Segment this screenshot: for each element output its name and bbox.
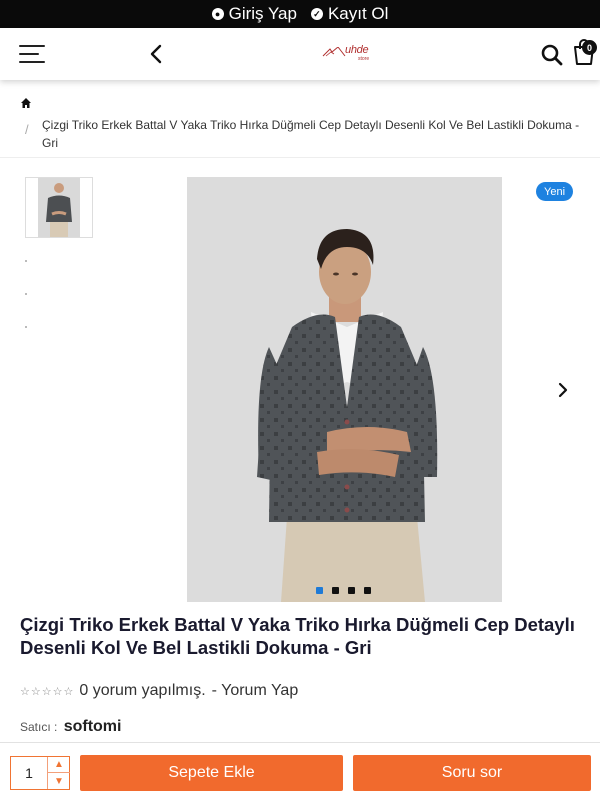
slide-dot[interactable] xyxy=(316,587,323,594)
logo-text: uhde xyxy=(345,44,369,56)
star-outline-icon: ☆ xyxy=(30,685,41,698)
thumbnail-placeholder xyxy=(25,293,27,295)
star-outline-icon: ☆ xyxy=(63,685,74,698)
star-outline-icon: ☆ xyxy=(41,685,52,698)
breadcrumb: / Çizgi Triko Erkek Battal V Yaka Triko … xyxy=(0,80,600,158)
site-header: uhde store 0 xyxy=(0,28,600,80)
slide-dot[interactable] xyxy=(332,587,339,594)
seller-label: Satıcı : xyxy=(20,720,58,734)
seller-name[interactable]: softomi xyxy=(64,718,122,735)
ask-question-button[interactable]: Soru sor xyxy=(353,755,591,791)
login-link[interactable]: ● Giriş Yap xyxy=(211,4,297,24)
search-icon[interactable] xyxy=(541,44,563,66)
bottom-action-bar: 1 ▲ ▼ Sepete Ekle Soru sor xyxy=(0,742,600,800)
quantity-stepper: 1 ▲ ▼ xyxy=(10,756,70,790)
seller-row: Satıcı : softomi xyxy=(20,718,121,736)
logo-mark-icon xyxy=(322,47,346,57)
chevron-down-icon[interactable]: ▼ xyxy=(48,773,70,789)
slider-pagination xyxy=(316,587,371,594)
register-label: Kayıt Ol xyxy=(327,4,389,23)
rating-stars: ☆ ☆ ☆ ☆ ☆ xyxy=(20,685,73,698)
thumbnail-photo xyxy=(38,178,80,237)
slide-dot[interactable] xyxy=(364,587,371,594)
rating-row: ☆ ☆ ☆ ☆ ☆ 0 yorum yapılmış. - Yorum Yap xyxy=(20,682,298,700)
register-link[interactable]: ✓ Kayıt Ol xyxy=(310,4,389,24)
product-thumbnail[interactable] xyxy=(25,177,93,238)
chevron-left-icon[interactable] xyxy=(146,42,166,66)
star-outline-icon: ☆ xyxy=(20,685,30,698)
thumbnail-placeholder xyxy=(25,326,27,328)
breadcrumb-current[interactable]: Çizgi Triko Erkek Battal V Yaka Triko Hı… xyxy=(42,116,590,152)
cart-count-badge: 0 xyxy=(582,40,597,55)
slide-dot[interactable] xyxy=(348,587,355,594)
product-photo xyxy=(187,177,502,602)
write-review-link[interactable]: - Yorum Yap xyxy=(212,682,299,700)
login-label: Giriş Yap xyxy=(228,4,297,23)
home-icon[interactable] xyxy=(20,97,32,109)
review-count: 0 yorum yapılmış. xyxy=(79,682,206,699)
top-auth-bar: ● Giriş Yap ✓ Kayıt Ol xyxy=(0,0,600,28)
thumbnail-placeholder xyxy=(25,260,27,262)
add-to-cart-button[interactable]: Sepete Ekle xyxy=(80,755,343,791)
breadcrumb-separator: / xyxy=(25,122,29,137)
chevron-right-icon[interactable] xyxy=(555,380,571,400)
hamburger-menu-icon[interactable] xyxy=(19,44,45,64)
quantity-input[interactable]: 1 xyxy=(11,757,47,789)
new-badge: Yeni xyxy=(536,182,574,201)
star-outline-icon: ☆ xyxy=(52,685,63,698)
user-circle-icon: ● xyxy=(211,8,224,20)
quantity-controls: ▲ ▼ xyxy=(47,757,70,789)
chevron-up-icon[interactable]: ▲ xyxy=(48,757,70,773)
site-logo[interactable]: uhde store xyxy=(322,44,382,64)
check-circle-icon: ✓ xyxy=(310,8,323,20)
product-main-image[interactable] xyxy=(187,177,502,602)
product-title: Çizgi Triko Erkek Battal V Yaka Triko Hı… xyxy=(20,614,575,658)
logo-subtext: store xyxy=(358,56,370,62)
